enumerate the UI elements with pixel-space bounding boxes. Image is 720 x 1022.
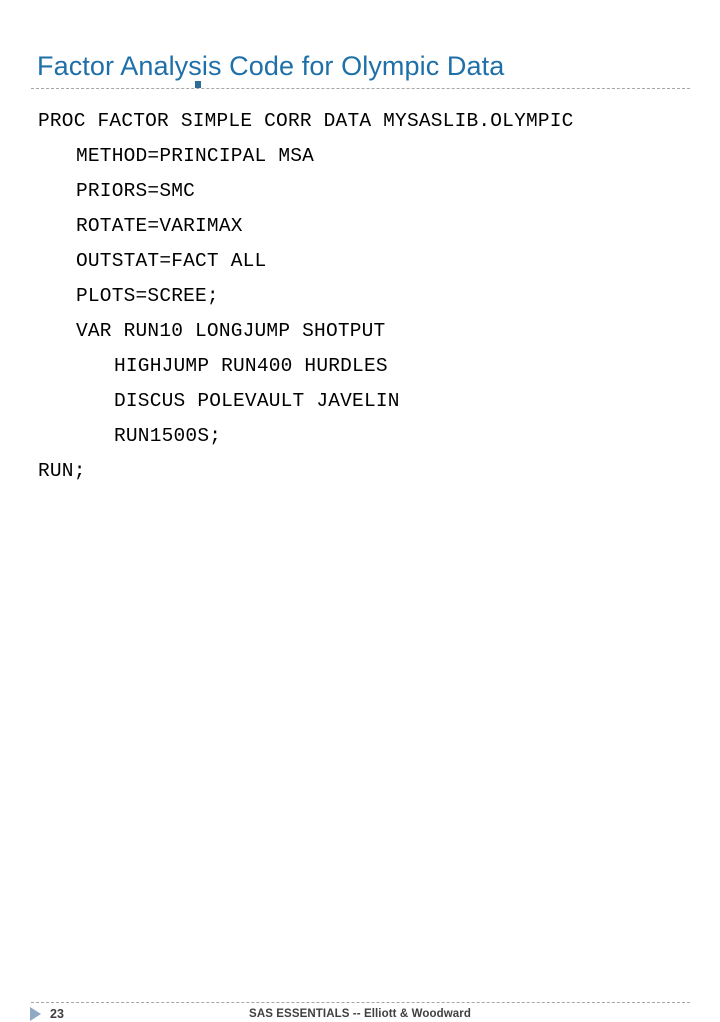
code-line: RUN1500S; (114, 425, 222, 447)
code-block: PROC FACTOR SIMPLE CORR DATA MYSASLIB.OL… (38, 104, 708, 489)
page-title: Factor Analysis Code for Olympic Data (37, 51, 505, 81)
title-divider (31, 88, 690, 89)
code-line: DISCUS POLEVAULT JAVELIN (114, 390, 400, 412)
code-line: OUTSTAT=FACT ALL (76, 250, 267, 272)
code-line: VAR RUN10 LONGJUMP SHOTPUT (76, 320, 386, 342)
code-line: PLOTS=SCREE; (76, 285, 219, 307)
divider-marker (195, 81, 201, 88)
code-line: PROC FACTOR SIMPLE CORR DATA MYSASLIB.OL… (38, 110, 574, 132)
code-line: METHOD=PRINCIPAL MSA (76, 145, 315, 167)
code-line: PRIORS=SMC (76, 180, 196, 202)
code-line: HIGHJUMP RUN400 HURDLES (114, 355, 388, 377)
code-line: ROTATE=VARIMAX (76, 215, 243, 237)
footer-divider (31, 1002, 690, 1003)
footer-credit: SAS ESSENTIALS -- Elliott & Woodward (249, 1008, 471, 1020)
slide: Factor Analysis Code for Olympic Data PR… (0, 0, 720, 1021)
slide-footer: 23 SAS ESSENTIALS -- Elliott & Woodward (0, 501, 720, 1021)
code-line: RUN; (38, 460, 86, 482)
